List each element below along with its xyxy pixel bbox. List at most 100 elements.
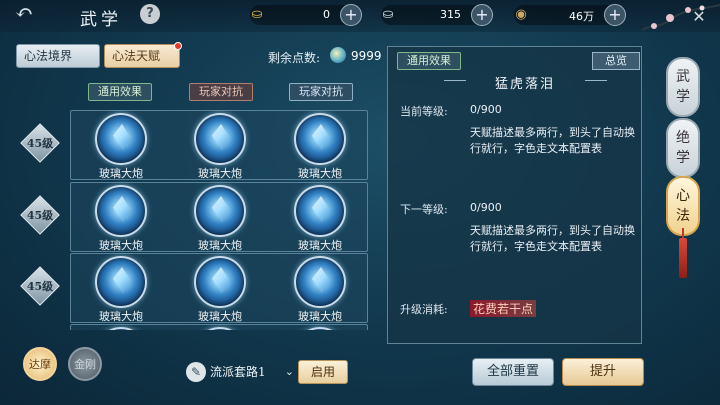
title-divider-right: [585, 80, 607, 81]
level-badge: 45级: [20, 266, 60, 306]
points-label: 剩余点数:: [268, 51, 321, 65]
coin-icon: ◉: [515, 7, 527, 22]
level-text: 45级: [26, 280, 54, 293]
talent-node[interactable]: 玻璃大炮: [285, 256, 355, 323]
reset-all-button[interactable]: 全部重置: [472, 358, 554, 386]
glass-cannon-icon: [294, 256, 346, 308]
talent-node[interactable]: 玻璃大炮: [86, 185, 156, 252]
current-level-label: 当前等级:: [400, 105, 448, 118]
glass-cannon-icon: [294, 185, 346, 237]
talent-name: 玻璃大炮: [99, 310, 143, 323]
talent-node[interactable]: 玻璃大炮: [285, 113, 355, 180]
skill-title: 猛虎落泪: [494, 77, 555, 92]
currency-gold: ⛀ 0 +: [250, 4, 362, 26]
talent-row: 玻璃大炮 玻璃大炮 玻璃大炮: [70, 110, 368, 180]
talent-name: 玻璃大炮: [198, 239, 242, 252]
page-title: 武学: [80, 10, 122, 30]
current-level-value: 0/900: [470, 103, 502, 116]
tab-mind-realm[interactable]: 心法境界: [16, 44, 100, 68]
currency-silver: ⛀ 315 +: [381, 4, 493, 26]
talent-name: 玻璃大炮: [99, 167, 143, 180]
talent-name: 玻璃大炮: [298, 239, 342, 252]
side-tab-wuxue[interactable]: 武 学: [666, 57, 700, 117]
add-silver-button[interactable]: +: [471, 4, 493, 26]
glass-cannon-icon: [294, 113, 346, 165]
silver-ingot-icon: ⛀: [382, 7, 394, 22]
glass-cannon-icon: [194, 185, 246, 237]
detail-effect-tag: 通用效果: [397, 52, 461, 70]
talent-node[interactable]: 玻璃大炮: [185, 185, 255, 252]
glass-cannon-icon: [95, 327, 147, 330]
route-select-value: 流派套路1: [210, 365, 266, 379]
talent-node[interactable]: [86, 327, 156, 330]
side-tab-label-bottom: 学: [676, 89, 690, 105]
add-gold-button[interactable]: +: [340, 4, 362, 26]
overview-button[interactable]: 总览: [592, 52, 640, 70]
tab-mind-talent[interactable]: 心法天赋: [104, 42, 182, 68]
glass-cannon-icon: [95, 185, 147, 237]
talent-point-icon: [330, 47, 346, 63]
column-header-general: 通用效果: [88, 83, 152, 101]
upgrade-cost-value: 花费若干点: [470, 300, 537, 317]
talent-node[interactable]: 玻璃大炮: [86, 256, 156, 323]
next-level-value: 0/900: [470, 201, 502, 214]
currency-gold-value: 0: [323, 8, 330, 21]
glass-cannon-icon: [194, 256, 246, 308]
current-level-description: 天赋描述最多两行，到头了自动换行就行，字色走文本配置表: [470, 126, 635, 155]
glass-cannon-icon: [294, 327, 346, 330]
talent-grid[interactable]: 玻璃大炮 玻璃大炮 玻璃大炮 玻璃大炮 玻璃大炮 玻璃大炮 玻璃大炮 玻璃大炮 …: [70, 110, 368, 330]
tassel-decoration: [679, 238, 687, 278]
talent-name: 玻璃大炮: [298, 310, 342, 323]
talent-node[interactable]: 玻璃大炮: [86, 113, 156, 180]
glass-cannon-icon: [194, 327, 246, 330]
glass-cannon-icon: [95, 113, 147, 165]
talent-node[interactable]: 玻璃大炮: [285, 185, 355, 252]
talent-row: 玻璃大炮 玻璃大炮 玻璃大炮: [70, 182, 368, 252]
close-icon[interactable]: ✕: [688, 6, 710, 28]
column-header-pvp: 玩家对抗: [189, 83, 253, 101]
character-damo-button[interactable]: 达摩: [23, 347, 57, 381]
talent-name: 玻璃大炮: [99, 239, 143, 252]
currency-silver-value: 315: [440, 8, 461, 21]
talent-name: 玻璃大炮: [198, 167, 242, 180]
gold-ingot-icon: ⛀: [251, 7, 263, 22]
side-tab-xinfa[interactable]: 心 法: [666, 176, 700, 236]
next-level-label: 下一等级:: [400, 203, 448, 216]
currency-coin: ◉ 46万 +: [514, 4, 626, 26]
talent-node[interactable]: [285, 327, 355, 330]
talent-row: 玻璃大炮 玻璃大炮 玻璃大炮: [70, 253, 368, 323]
tab-mind-talent-label: 心法天赋: [112, 49, 161, 63]
talent-node[interactable]: 玻璃大炮: [185, 113, 255, 180]
side-tab-juexue[interactable]: 绝 学: [666, 118, 700, 178]
add-coin-button[interactable]: +: [604, 4, 626, 26]
glass-cannon-icon: [95, 256, 147, 308]
help-icon[interactable]: ?: [140, 4, 160, 24]
side-tab-label-bottom: 法: [676, 208, 690, 224]
notification-dot: [174, 42, 182, 50]
upgrade-cost-label: 升级消耗:: [400, 303, 448, 316]
level-badge: 45级: [20, 195, 60, 235]
currency-coin-value: 46万: [569, 10, 594, 23]
points-value: 9999: [351, 49, 382, 63]
side-tab-label-top: 心: [676, 188, 690, 204]
chevron-down-icon: ⌄: [284, 365, 294, 378]
column-header-pvp-2: 玩家对抗: [289, 83, 353, 101]
talent-name: 玻璃大炮: [198, 310, 242, 323]
upgrade-button[interactable]: 提升: [562, 358, 644, 386]
talent-node[interactable]: [185, 327, 255, 330]
level-text: 45级: [26, 209, 54, 222]
brush-icon: ✎: [186, 362, 206, 382]
talent-node[interactable]: 玻璃大炮: [185, 256, 255, 323]
level-badge: 45级: [20, 123, 60, 163]
back-icon[interactable]: ↶: [6, 3, 42, 27]
side-tab-label-top: 绝: [676, 130, 690, 146]
side-tab-label-bottom: 学: [676, 150, 690, 166]
character-jingang-button[interactable]: 金刚: [68, 347, 102, 381]
level-text: 45级: [26, 137, 54, 150]
route-select[interactable]: 流派套路1 ⌄: [210, 362, 296, 382]
side-tab-label-top: 武: [676, 69, 690, 85]
glass-cannon-icon: [194, 113, 246, 165]
talent-name: 玻璃大炮: [298, 167, 342, 180]
next-level-description: 天赋描述最多两行，到头了自动换行就行，字色走文本配置表: [470, 224, 635, 253]
enable-button[interactable]: 启用: [298, 360, 348, 384]
